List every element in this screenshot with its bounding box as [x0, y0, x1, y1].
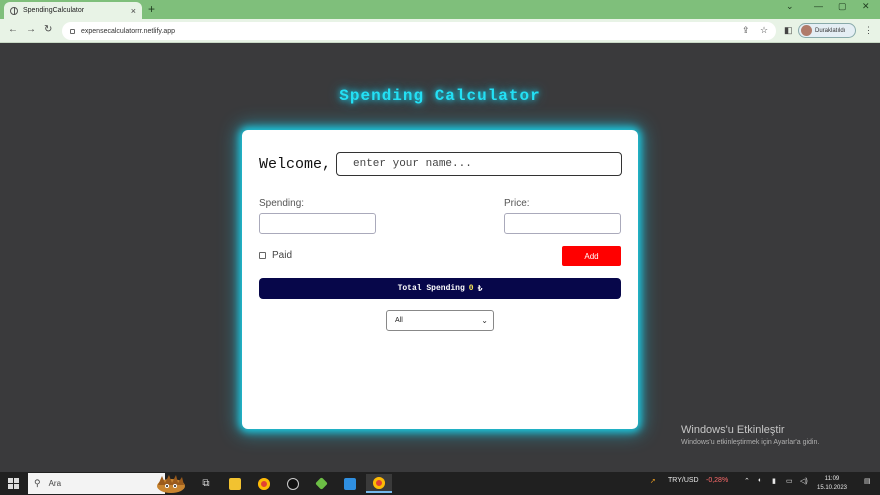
- windows-taskbar: ⚲ Ara ⧉ ➚ TRY/USD -0,28% ⌃ ◐ ▮ ▭ ◁) 11:0…: [0, 472, 880, 495]
- price-label: Price:: [504, 198, 530, 209]
- watermark-title: Windows'u Etkinleştir: [681, 424, 785, 436]
- browser-tab[interactable]: SpendingCalculator ×: [4, 2, 142, 19]
- search-highlight-hedgehog-icon: [157, 475, 185, 493]
- chrome-active-icon[interactable]: [366, 474, 392, 493]
- tray-overflow-icon[interactable]: ⌃: [744, 477, 750, 485]
- new-tab-button[interactable]: +: [148, 2, 155, 16]
- windows-start-icon[interactable]: [8, 478, 19, 489]
- taskbar-clock[interactable]: 11:09 15.10.2023: [812, 475, 852, 493]
- watermark-subtitle: Windows'u etkinleştirmek için Ayarlar'a …: [681, 439, 820, 446]
- git-icon[interactable]: [311, 474, 331, 493]
- currency-change: -0,28%: [706, 477, 729, 484]
- clock-time: 11:09: [824, 476, 840, 482]
- name-input[interactable]: [336, 152, 622, 176]
- page-title: Spending Calculator: [339, 87, 541, 105]
- avatar: [801, 25, 812, 36]
- minimize-icon[interactable]: —: [814, 1, 823, 11]
- globe-icon: [10, 6, 18, 15]
- welcome-label: Welcome,: [259, 156, 332, 173]
- add-button[interactable]: Add: [562, 246, 621, 266]
- calculator-card: Welcome, Spending: Price: Paid Add Total…: [242, 130, 638, 429]
- paid-label: Paid: [272, 250, 293, 261]
- back-icon[interactable]: ←: [8, 23, 18, 37]
- total-spending-bar: Total Spending 0 ₺: [259, 278, 621, 299]
- tab-close-icon[interactable]: ×: [131, 6, 136, 16]
- currency-symbol: ₺: [477, 284, 483, 294]
- file-explorer-icon[interactable]: [225, 474, 245, 493]
- url-text: expensecalculatorrr.netlify.app: [81, 27, 176, 35]
- spending-label: Spending:: [259, 198, 305, 209]
- filter-selected-value: All: [395, 317, 403, 324]
- menu-dots-icon[interactable]: ⋮: [864, 25, 873, 36]
- notification-icon[interactable]: ▤: [864, 477, 871, 485]
- taskbar-search-label: Ara: [48, 479, 62, 488]
- side-panel-icon[interactable]: ◧: [784, 25, 793, 36]
- obs-icon[interactable]: [283, 474, 303, 493]
- spending-input[interactable]: [259, 213, 376, 234]
- total-amount: 0: [468, 284, 474, 293]
- lock-icon: [70, 28, 75, 34]
- paid-checkbox[interactable]: [259, 252, 266, 259]
- currency-chart-icon: ➚: [650, 478, 656, 485]
- task-view-icon[interactable]: ⧉: [196, 474, 216, 493]
- close-window-icon[interactable]: ✕: [862, 1, 870, 12]
- price-input[interactable]: [504, 213, 621, 234]
- forward-icon[interactable]: →: [26, 23, 36, 37]
- windows-activation-watermark: Windows'u Etkinleştir Windows'u etkinleş…: [681, 424, 819, 446]
- network-icon[interactable]: ▭: [786, 477, 793, 485]
- paid-option[interactable]: Paid: [259, 250, 292, 261]
- address-bar[interactable]: expensecalculatorrr.netlify.app: [62, 22, 776, 40]
- total-label: Total Spending: [397, 284, 465, 293]
- currency-pair: TRY/USD: [668, 477, 699, 484]
- maximize-icon[interactable]: ▢: [838, 1, 847, 12]
- search-icon: ⚲: [34, 478, 41, 488]
- tray-app-icon[interactable]: ◐: [758, 477, 762, 484]
- microphone-icon[interactable]: ▮: [772, 477, 776, 485]
- tab-search-chevron-icon[interactable]: ⌄: [786, 1, 794, 12]
- share-icon[interactable]: ⇪: [742, 25, 750, 36]
- taskbar-search[interactable]: ⚲ Ara: [28, 473, 165, 494]
- volume-icon[interactable]: ◁): [800, 477, 808, 485]
- vscode-icon[interactable]: [340, 474, 360, 493]
- clock-date: 15.10.2023: [816, 485, 848, 491]
- filter-select[interactable]: All ⌄: [386, 310, 494, 331]
- browser-tab-strip: SpendingCalculator × + ⌄ — ▢ ✕: [0, 0, 880, 19]
- tab-title: SpendingCalculator: [23, 7, 85, 14]
- profile-button[interactable]: Duraklatıldı: [798, 23, 856, 38]
- chevron-down-icon: ⌄: [481, 316, 488, 325]
- chrome-icon[interactable]: [254, 474, 274, 493]
- bookmark-star-icon[interactable]: ☆: [760, 25, 768, 36]
- browser-toolbar: ← → ↻ expensecalculatorrr.netlify.app ⇪ …: [0, 19, 880, 43]
- reload-icon[interactable]: ↻: [44, 23, 52, 37]
- profile-status: Duraklatıldı: [815, 27, 846, 34]
